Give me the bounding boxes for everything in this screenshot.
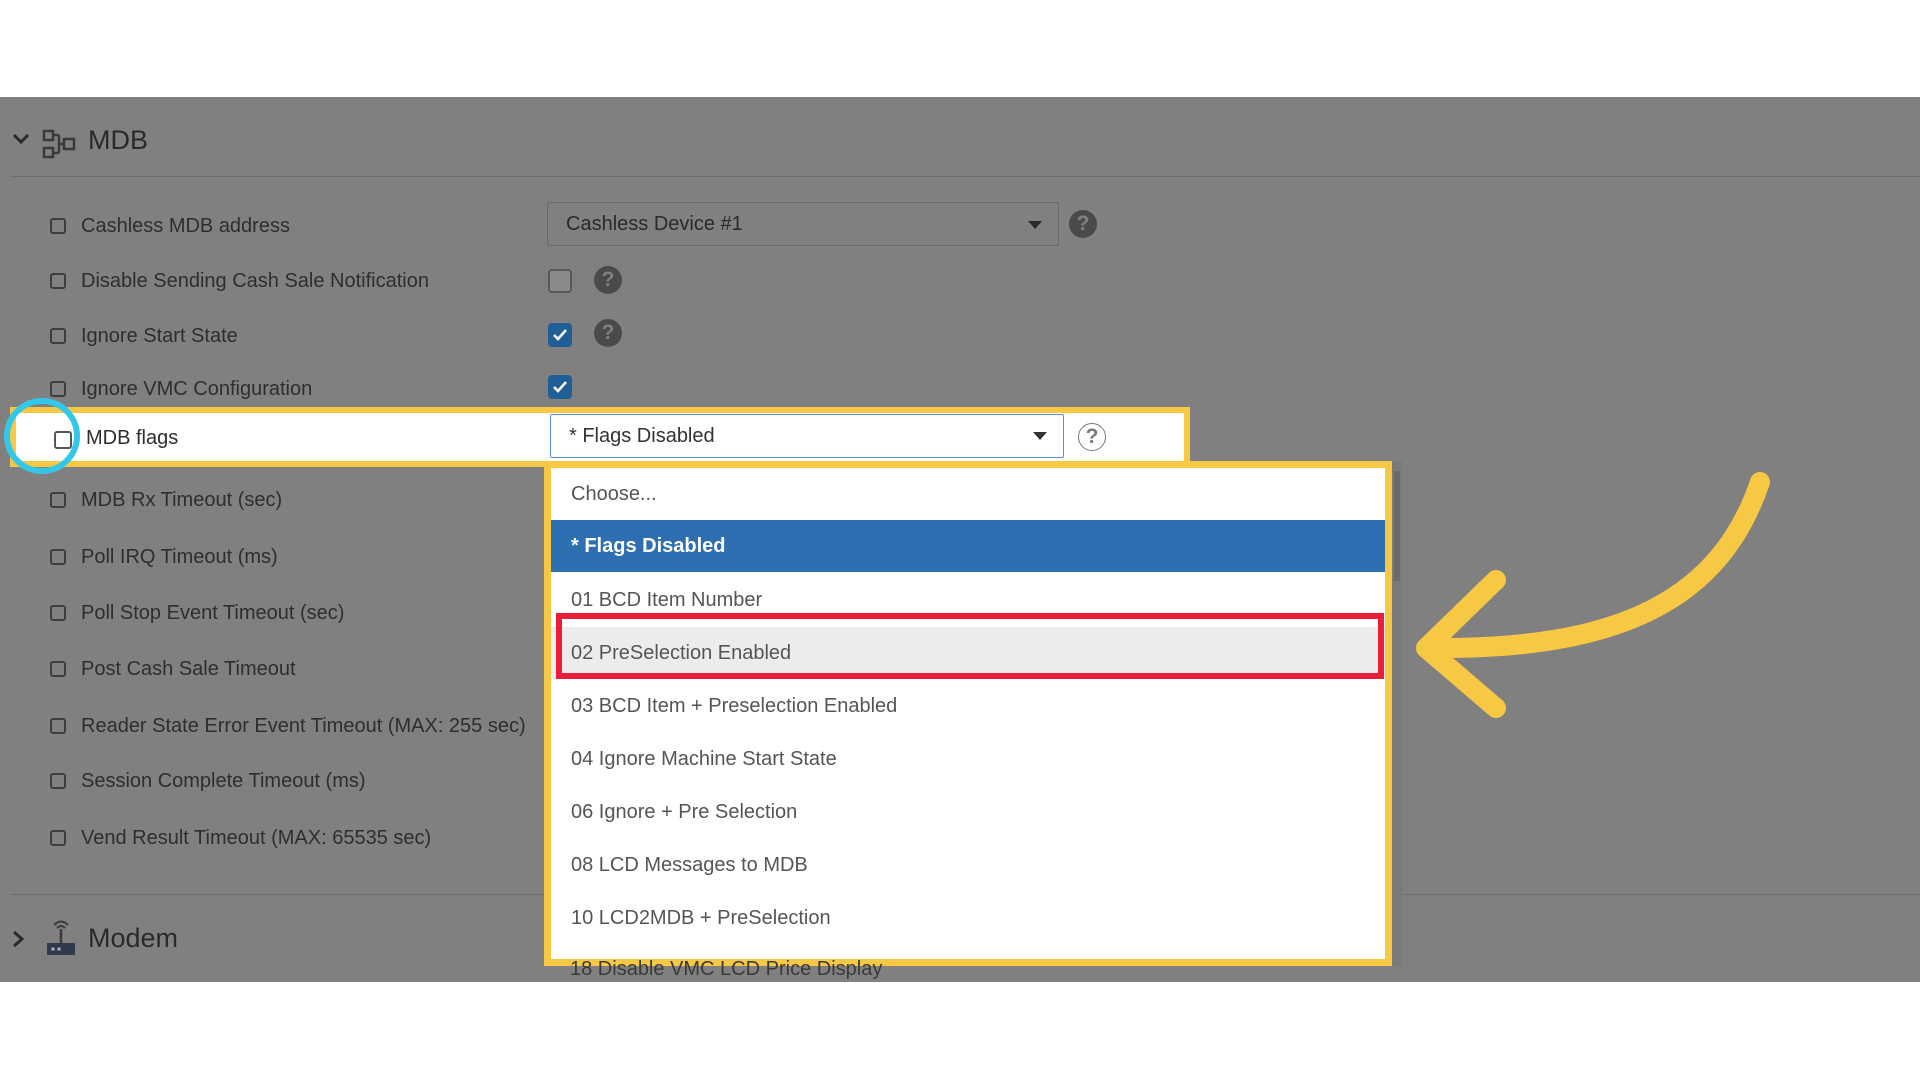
- dropdown-option[interactable]: 04 Ignore Machine Start State: [551, 733, 1385, 785]
- setting-label: Session Complete Timeout (ms): [81, 770, 366, 792]
- caret-down-icon: [1033, 432, 1047, 440]
- row-checkbox[interactable]: [50, 661, 66, 677]
- checkmark-icon: [553, 381, 567, 393]
- setting-label: Post Cash Sale Timeout: [81, 658, 296, 680]
- setting-row-mdb-flags: MDB flags * Flags Disabled ?: [10, 407, 1190, 467]
- setting-row-ignore-vmc-configuration: Ignore VMC Configuration: [0, 370, 560, 410]
- setting-row-poll-irq-timeout: Poll IRQ Timeout (ms): [0, 538, 560, 578]
- dropdown-option[interactable]: 10 LCD2MDB + PreSelection: [551, 892, 1385, 944]
- modem-icon: [47, 920, 75, 955]
- row-checkbox[interactable]: [50, 718, 66, 734]
- setting-label: Ignore Start State: [81, 325, 238, 347]
- setting-row-mdb-rx-timeout: MDB Rx Timeout (sec): [0, 481, 560, 521]
- caret-down-icon: [1028, 221, 1042, 229]
- highlight-box: [556, 613, 1384, 679]
- dropdown-option[interactable]: 08 LCD Messages to MDB: [551, 839, 1385, 891]
- dropdown-option-partial[interactable]: 18 Disable VMC LCD Price Display: [570, 958, 882, 981]
- section-divider: [10, 176, 1920, 177]
- row-checkbox[interactable]: [50, 381, 66, 397]
- dropdown-option[interactable]: 06 Ignore + Pre Selection: [551, 786, 1385, 838]
- setting-label: Vend Result Timeout (MAX: 65535 sec): [81, 827, 432, 849]
- dropdown-option-selected[interactable]: * Flags Disabled: [551, 520, 1385, 572]
- ignore-start-state-checkbox[interactable]: [548, 323, 572, 347]
- mdb-flags-select[interactable]: * Flags Disabled: [550, 414, 1064, 458]
- row-checkbox[interactable]: [50, 549, 66, 565]
- setting-row-vend-result-timeout: Vend Result Timeout (MAX: 65535 sec): [0, 819, 560, 859]
- setting-label: Poll IRQ Timeout (ms): [81, 546, 278, 568]
- setting-row-reader-state-error-timeout: Reader State Error Event Timeout (MAX: 2…: [0, 707, 560, 747]
- mdb-flags-dropdown: Choose... * Flags Disabled 01 BCD Item N…: [544, 461, 1392, 966]
- help-icon[interactable]: ?: [594, 319, 622, 347]
- cashless-address-select[interactable]: Cashless Device #1: [547, 202, 1059, 246]
- setting-label: Disable Sending Cash Sale Notification: [81, 270, 429, 292]
- help-icon[interactable]: ?: [1069, 210, 1097, 238]
- checkmark-icon: [553, 329, 567, 341]
- setting-row-session-complete-timeout: Session Complete Timeout (ms): [0, 762, 560, 802]
- disable-cash-sale-checkbox[interactable]: [548, 269, 572, 293]
- help-icon[interactable]: ?: [1078, 423, 1106, 451]
- pointer-arrow-icon: [1416, 472, 1770, 718]
- dropdown-option[interactable]: Choose...: [551, 468, 1385, 520]
- setting-row-cashless-mdb-address: Cashless MDB address: [0, 207, 560, 247]
- chevron-right-icon[interactable]: [10, 929, 26, 949]
- setting-label: Poll Stop Event Timeout (sec): [81, 602, 345, 624]
- row-checkbox[interactable]: [50, 605, 66, 621]
- select-value: * Flags Disabled: [569, 425, 715, 447]
- highlight-ring: [4, 398, 80, 474]
- setting-row-disable-cash-sale-notification: Disable Sending Cash Sale Notification: [0, 262, 560, 302]
- dropdown-option[interactable]: 03 BCD Item + Preselection Enabled: [551, 680, 1385, 732]
- row-checkbox[interactable]: [50, 492, 66, 508]
- setting-label: Reader State Error Event Timeout (MAX: 2…: [81, 715, 526, 737]
- setting-row-post-cash-sale-timeout: Post Cash Sale Timeout: [0, 650, 560, 690]
- setting-row-ignore-start-state: Ignore Start State: [0, 317, 560, 357]
- row-checkbox[interactable]: [50, 218, 66, 234]
- setting-label: MDB flags: [86, 427, 179, 449]
- setting-label: Cashless MDB address: [81, 215, 290, 237]
- setting-label: MDB Rx Timeout (sec): [81, 489, 283, 511]
- row-checkbox[interactable]: [50, 328, 66, 344]
- setting-label: Ignore VMC Configuration: [81, 378, 313, 400]
- mdb-network-icon: [42, 129, 76, 159]
- mdb-section-header[interactable]: MDB: [0, 97, 1920, 177]
- row-checkbox[interactable]: [50, 830, 66, 846]
- chevron-down-icon[interactable]: [10, 127, 32, 149]
- ignore-vmc-configuration-checkbox[interactable]: [548, 375, 572, 399]
- setting-row-poll-stop-event-timeout: Poll Stop Event Timeout (sec): [0, 594, 560, 634]
- section-title: MDB: [88, 125, 148, 155]
- row-checkbox[interactable]: [50, 273, 66, 289]
- select-value: Cashless Device #1: [566, 213, 743, 235]
- section-title: Modem: [88, 923, 179, 953]
- help-icon[interactable]: ?: [594, 266, 622, 294]
- row-checkbox[interactable]: [50, 773, 66, 789]
